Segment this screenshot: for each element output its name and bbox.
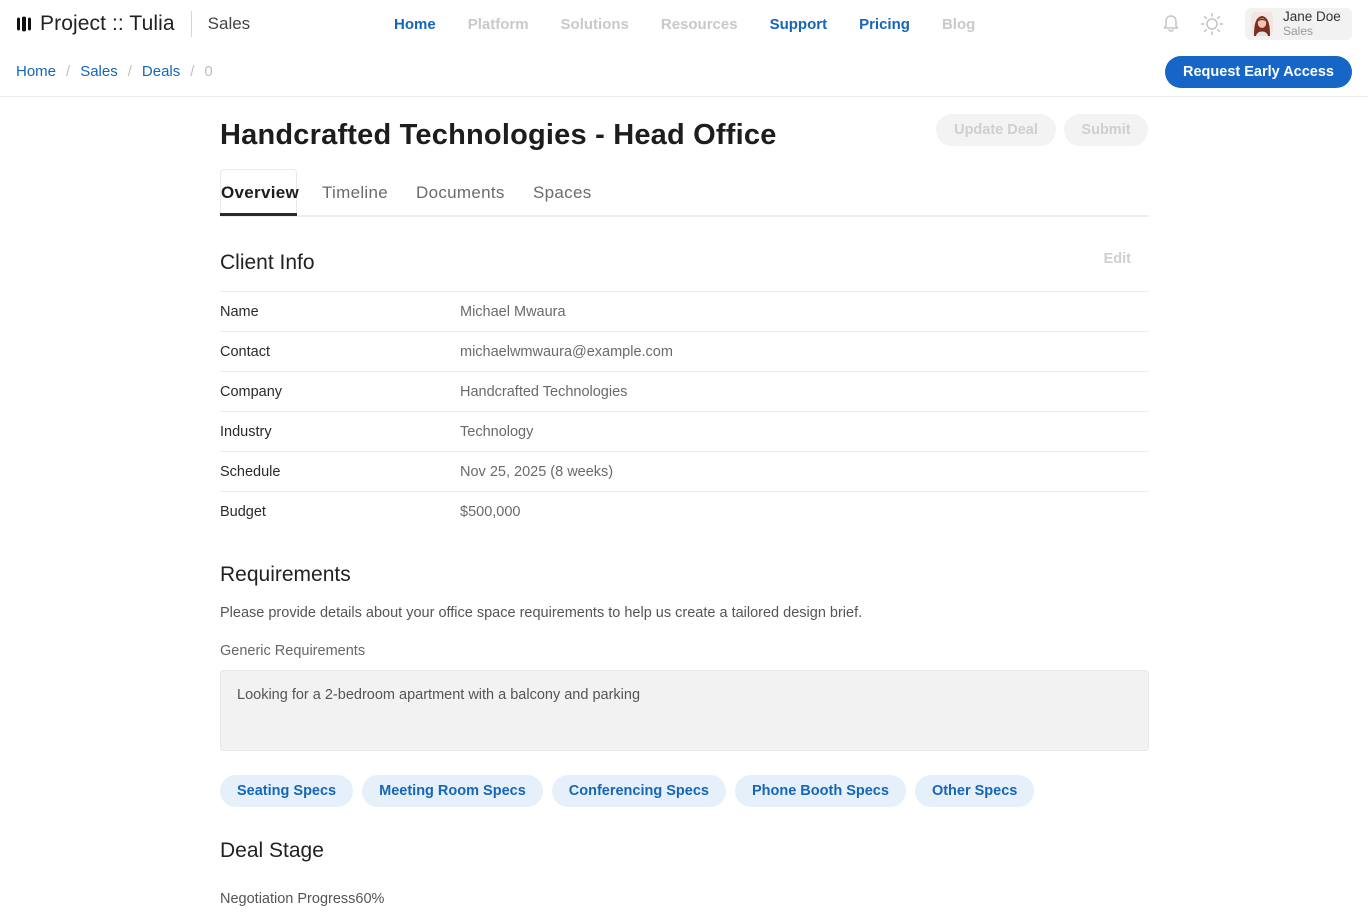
breadcrumb-deals[interactable]: Deals [142,63,180,80]
tab-overview[interactable]: Overview [221,183,299,203]
progress-label: Negotiation Progress [220,891,356,907]
tab-bar: Overview Timeline Documents Spaces [220,169,1149,217]
page-title: Handcrafted Technologies - Head Office [220,119,777,151]
user-role: Sales [1283,24,1314,38]
breadcrumb-current: 0 [204,63,213,80]
nav-platform[interactable]: Platform [452,14,545,35]
row-key: Schedule [220,463,281,480]
meeting-room-specs-button[interactable]: Meeting Room Specs [362,775,543,807]
brand-logo-icon [16,16,32,32]
brand-section: Sales [207,14,251,33]
requirements-title: Requirements [220,563,351,586]
breadcrumb-separator: / [66,63,71,80]
tab-spaces[interactable]: Spaces [533,183,592,203]
row-key: Contact [220,343,270,360]
tab-timeline[interactable]: Timeline [322,183,388,203]
row-value: Nov 25, 2025 (8 weeks) [460,463,614,480]
row-value: $500,000 [460,503,521,520]
breadcrumb-home[interactable]: Home [16,63,56,80]
progress-value: 60% [355,891,385,907]
sun-icon[interactable] [1200,12,1224,36]
user-menu[interactable]: Jane Doe Sales [1245,8,1352,40]
table-row: Company Handcrafted Technologies [220,371,1149,411]
update-deal-button[interactable]: Update Deal [936,114,1056,146]
table-row: Name Michael Mwaura [220,291,1149,331]
table-row: Contact michaelwmwaura@example.com [220,331,1149,371]
bell-icon[interactable] [1159,12,1183,36]
table-row: Budget $500,000 [220,491,1149,531]
conferencing-specs-button[interactable]: Conferencing Specs [551,775,726,807]
other-specs-button[interactable]: Other Specs [914,775,1035,807]
tab-documents[interactable]: Documents [416,183,505,203]
spec-buttons: Seating Specs Meeting Room Specs Confere… [220,775,1035,807]
table-row: Schedule Nov 25, 2025 (8 weeks) [220,451,1149,491]
submit-button[interactable]: Submit [1064,114,1148,146]
generic-requirements-label: Generic Requirements [220,643,366,659]
nav-solutions[interactable]: Solutions [545,14,645,35]
brand-divider [190,11,192,37]
breadcrumb-separator: / [190,63,195,80]
seating-specs-button[interactable]: Seating Specs [220,775,354,807]
row-value: Michael Mwaura [460,303,566,320]
nav-pricing[interactable]: Pricing [843,14,926,35]
deal-stage-title: Deal Stage [220,839,324,862]
negotiation-progress: Negotiation Progress60% [220,891,384,907]
brand-name: Project :: Tulia [40,12,175,35]
client-info-table: Name Michael Mwaura Contact michaelwmwau… [220,291,1149,531]
row-key: Industry [220,423,272,440]
row-value: Handcrafted Technologies [460,383,628,400]
main-nav: Home Platform Solutions Resources Suppor… [378,14,991,35]
nav-resources[interactable]: Resources [645,14,754,35]
user-info: Jane Doe Sales [1283,9,1341,39]
edit-client-info-button[interactable]: Edit [1104,251,1131,267]
client-info-title: Client Info [220,251,315,274]
requirements-description: Please provide details about your office… [220,605,863,621]
row-value: michaelwmwaura@example.com [460,343,673,360]
row-value: Technology [460,423,534,440]
header-divider [0,96,1368,97]
breadcrumb-separator: / [127,63,132,80]
avatar [1251,12,1273,36]
brand[interactable]: Project :: Tulia Sales [16,10,250,38]
nav-support[interactable]: Support [754,14,844,35]
top-navigation-bar: Project :: Tulia Sales Home Platform Sol… [0,0,1368,48]
active-tab-indicator [220,213,297,216]
request-early-access-button[interactable]: Request Early Access [1165,56,1352,88]
row-key: Budget [220,503,266,520]
phone-booth-specs-button[interactable]: Phone Booth Specs [734,775,906,807]
row-key: Company [220,383,283,400]
breadcrumb-sales[interactable]: Sales [80,63,118,80]
generic-requirements-field[interactable]: Looking for a 2-bedroom apartment with a… [220,670,1149,751]
user-name: Jane Doe [1283,9,1341,24]
table-row: Industry Technology [220,411,1149,451]
breadcrumb: Home / Sales / Deals / 0 [16,63,213,80]
nav-blog[interactable]: Blog [926,14,991,35]
nav-home[interactable]: Home [378,14,452,35]
row-key: Name [220,303,259,320]
